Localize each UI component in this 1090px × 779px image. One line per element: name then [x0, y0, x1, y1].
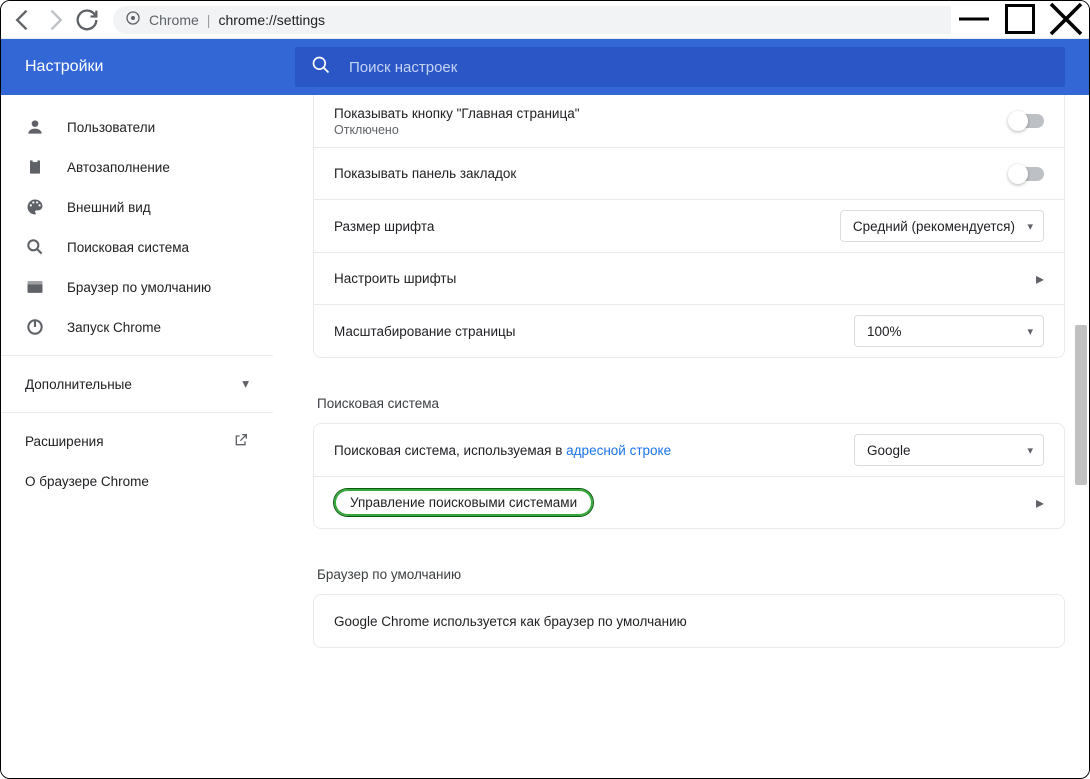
back-button[interactable] — [9, 6, 37, 34]
section-title-search: Поисковая система — [313, 380, 1065, 423]
search-icon — [25, 237, 45, 257]
setting-row-search-engine[interactable]: Поисковая система, используемая в адресн… — [314, 424, 1064, 476]
settings-body: Пользователи Автозаполнение Внешний вид … — [1, 95, 1089, 778]
chevron-right-icon: ▸ — [1036, 269, 1044, 289]
page-zoom-select[interactable]: 100% — [854, 315, 1044, 347]
chrome-icon — [125, 10, 141, 29]
sidebar-item-label: Автозаполнение — [67, 160, 249, 175]
chevron-right-icon: ▸ — [1036, 493, 1044, 513]
setting-row-bookmarks-bar[interactable]: Показывать панель закладок — [314, 147, 1064, 199]
search-engine-select[interactable]: Google — [854, 434, 1044, 466]
sidebar-item-users[interactable]: Пользователи — [1, 107, 273, 147]
toggle-switch[interactable] — [1010, 167, 1044, 181]
forward-button[interactable] — [41, 6, 69, 34]
omnibox-url: chrome://settings — [218, 12, 325, 28]
address-bar[interactable]: Chrome | chrome://settings ☆ — [113, 6, 1011, 34]
sidebar-item-label: Браузер по умолчанию — [67, 280, 249, 295]
divider — [1, 355, 273, 356]
sidebar-item-label: Поисковая система — [67, 240, 249, 255]
settings-app: Настройки Поиск настроек Пользователи Ав… — [1, 39, 1089, 778]
person-icon — [25, 117, 45, 137]
appearance-card: Показывать кнопку "Главная страница" Отк… — [313, 95, 1065, 358]
row-label: Google Chrome используется как браузер п… — [334, 614, 1044, 629]
external-link-icon — [233, 432, 249, 451]
sidebar-item-default-browser[interactable]: Браузер по умолчанию — [1, 267, 273, 307]
sidebar-item-label: Внешний вид — [67, 200, 249, 215]
search-placeholder: Поиск настроек — [349, 59, 457, 76]
window-titlebar — [951, 1, 1089, 37]
clipboard-icon — [25, 157, 45, 177]
row-label: Показывать кнопку "Главная страница" — [334, 106, 1010, 121]
sidebar-item-search[interactable]: Поисковая система — [1, 227, 273, 267]
row-label: Настроить шрифты — [334, 271, 1036, 286]
setting-row-customize-fonts[interactable]: Настроить шрифты ▸ — [314, 252, 1064, 304]
sidebar-item-autofill[interactable]: Автозаполнение — [1, 147, 273, 187]
browser-tab[interactable]: Google Chrome — скачать бесп ✕ — [9, 0, 239, 1]
setting-row-default-browser: Google Chrome используется как браузер п… — [314, 595, 1064, 647]
settings-sidebar: Пользователи Автозаполнение Внешний вид … — [1, 95, 273, 778]
row-sublabel: Отключено — [334, 123, 1010, 137]
sidebar-item-startup[interactable]: Запуск Chrome — [1, 307, 273, 347]
omnibox-separator: | — [207, 12, 211, 28]
divider — [1, 412, 273, 413]
highlighted-label: Управление поисковыми системами — [334, 489, 593, 516]
settings-search[interactable]: Поиск настроек — [295, 47, 1065, 87]
settings-header: Настройки Поиск настроек — [1, 39, 1089, 95]
setting-row-page-zoom[interactable]: Масштабирование страницы 100% — [314, 304, 1064, 357]
sidebar-item-label: Дополнительные — [25, 377, 220, 392]
search-icon — [311, 55, 331, 79]
reload-button[interactable] — [73, 6, 101, 34]
browser-window: Google Chrome — скачать бесп ✕ Настройки… — [0, 0, 1090, 779]
sidebar-item-label: О браузере Chrome — [25, 474, 249, 489]
maximize-button[interactable] — [997, 1, 1043, 37]
address-bar-link[interactable]: адресной строке — [566, 443, 671, 458]
sidebar-item-label: Запуск Chrome — [67, 320, 249, 335]
row-label: Размер шрифта — [334, 219, 840, 234]
browser-icon — [25, 277, 45, 297]
row-label: Масштабирование страницы — [334, 324, 854, 339]
sidebar-item-about[interactable]: О браузере Chrome — [1, 461, 273, 501]
font-size-select[interactable]: Средний (рекомендуется) — [840, 210, 1044, 242]
browser-tab[interactable]: Настройки ✕ — [239, 0, 419, 1]
power-icon — [25, 317, 45, 337]
browser-toolbar: Chrome | chrome://settings ☆ — [1, 1, 1089, 39]
chevron-down-icon: ▾ — [242, 376, 249, 392]
sidebar-item-appearance[interactable]: Внешний вид — [1, 187, 273, 227]
default-browser-card: Google Chrome используется как браузер п… — [313, 594, 1065, 648]
close-window-button[interactable] — [1043, 1, 1089, 37]
setting-row-font-size[interactable]: Размер шрифта Средний (рекомендуется) — [314, 199, 1064, 252]
palette-icon — [25, 197, 45, 217]
setting-row-manage-search[interactable]: Управление поисковыми системами ▸ — [314, 476, 1064, 528]
omnibox-chip: Chrome — [149, 12, 199, 28]
sidebar-item-label: Расширения — [25, 434, 211, 449]
scrollbar-thumb[interactable] — [1075, 325, 1087, 485]
sidebar-item-advanced[interactable]: Дополнительные ▾ — [1, 364, 273, 404]
search-card: Поисковая система, используемая в адресн… — [313, 423, 1065, 529]
sidebar-item-extensions[interactable]: Расширения — [1, 421, 273, 461]
settings-main[interactable]: Показывать кнопку "Главная страница" Отк… — [273, 95, 1089, 778]
setting-row-home-button[interactable]: Показывать кнопку "Главная страница" Отк… — [314, 95, 1064, 147]
row-label: Поисковая система, используемая в — [334, 443, 566, 458]
section-title-default-browser: Браузер по умолчанию — [313, 551, 1065, 594]
settings-title: Настройки — [25, 58, 295, 76]
row-label: Показывать панель закладок — [334, 166, 1010, 181]
minimize-button[interactable] — [951, 1, 997, 37]
sidebar-item-label: Пользователи — [67, 120, 249, 135]
toggle-switch[interactable] — [1010, 114, 1044, 128]
